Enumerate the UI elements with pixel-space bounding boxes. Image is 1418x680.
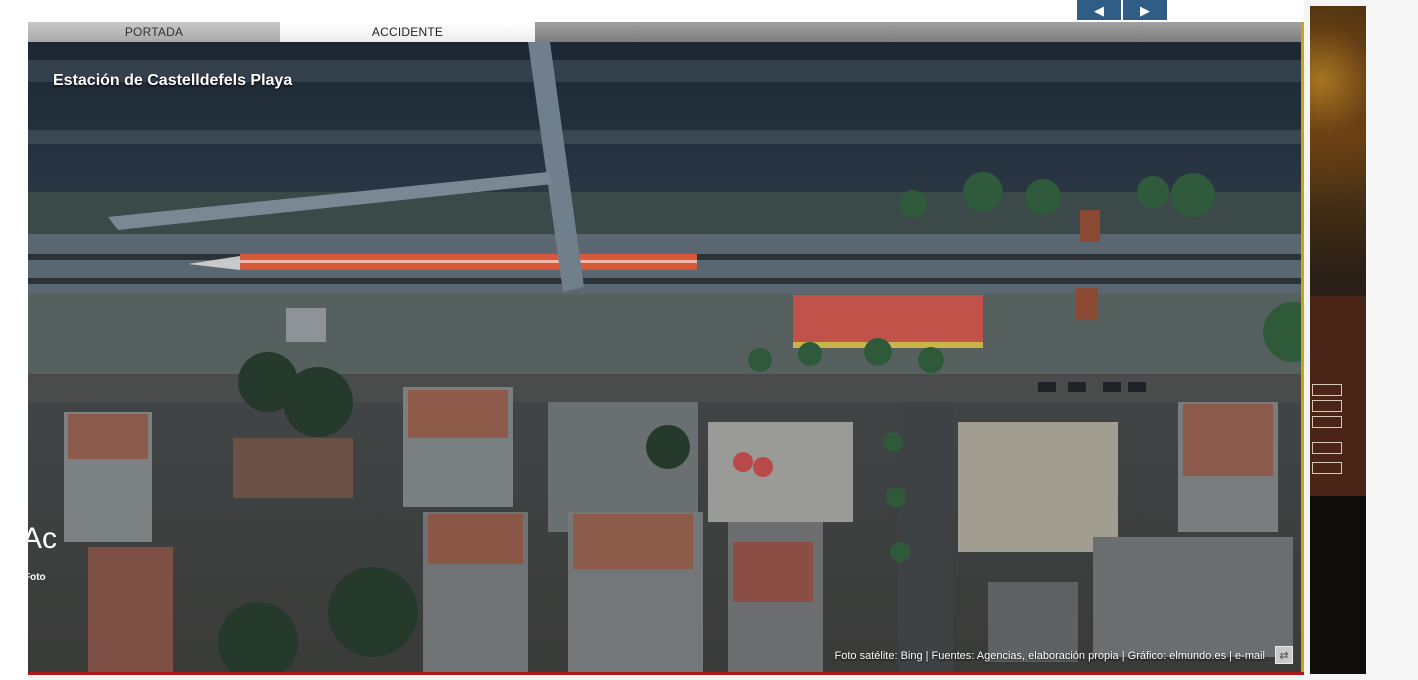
- expand-icon[interactable]: ⇄: [1275, 646, 1293, 664]
- side-window: [1312, 462, 1342, 474]
- side-window: [1312, 416, 1342, 428]
- map-credits[interactable]: Foto satélite: Bing | Fuentes: Agencias,…: [835, 650, 1265, 662]
- tab-bar: PORTADA ACCIDENTE: [28, 22, 1304, 42]
- next-arrow-button[interactable]: ▶: [1123, 0, 1167, 20]
- tab-accidente[interactable]: ACCIDENTE: [280, 22, 535, 42]
- right-margin: [1366, 0, 1418, 680]
- side-caption: Foto: [24, 572, 46, 583]
- stage-bottom-border: [28, 672, 1304, 675]
- side-image-glow: [1310, 6, 1366, 256]
- side-image-building: [1310, 296, 1366, 496]
- gallery-nav: ◀ ▶: [1077, 0, 1167, 20]
- side-window: [1312, 442, 1342, 454]
- side-window: [1312, 400, 1342, 412]
- satellite-map[interactable]: Estación de Castelldefels Playa Foto sat…: [28, 42, 1301, 672]
- side-caption-box: [1310, 496, 1366, 674]
- side-window: [1312, 384, 1342, 396]
- tab-portada[interactable]: PORTADA: [28, 22, 280, 42]
- tab-bar-filler: [535, 22, 1304, 42]
- stage-accent-border: [1301, 22, 1304, 672]
- side-headline[interactable]: Ac: [22, 522, 57, 556]
- map-title: Estación de Castelldefels Playa: [53, 72, 293, 89]
- side-gallery-panel[interactable]: [1310, 6, 1366, 674]
- satellite-image: [28, 42, 1301, 672]
- prev-arrow-button[interactable]: ◀: [1077, 0, 1121, 20]
